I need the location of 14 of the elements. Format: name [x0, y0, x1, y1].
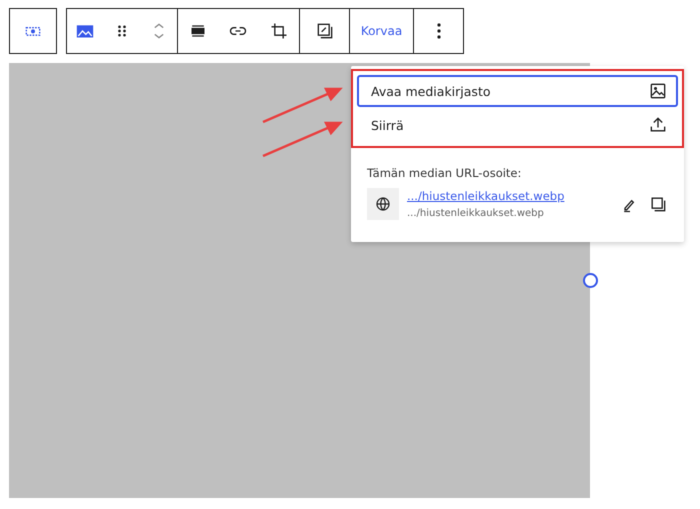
edit-image-button[interactable]	[314, 21, 334, 41]
globe-icon	[374, 195, 392, 213]
media-url-link[interactable]: .../hiustenleikkaukset.webp	[407, 189, 612, 203]
crop-icon	[268, 21, 289, 41]
more-options-button[interactable]	[436, 23, 440, 39]
crop-button[interactable]	[268, 21, 289, 41]
file-name: .../hiustenleikkaukset.webp	[407, 208, 545, 219]
url-heading: Tämän median URL-osoite:	[367, 166, 522, 180]
more-vertical-icon	[436, 23, 440, 39]
resize-handle[interactable]	[583, 273, 598, 288]
edit-image-icon	[314, 21, 334, 41]
replace-button[interactable]: Korvaa	[356, 20, 406, 42]
image-icon	[648, 81, 668, 101]
menu-item[interactable]: Avaa mediakirjasto	[357, 75, 678, 107]
